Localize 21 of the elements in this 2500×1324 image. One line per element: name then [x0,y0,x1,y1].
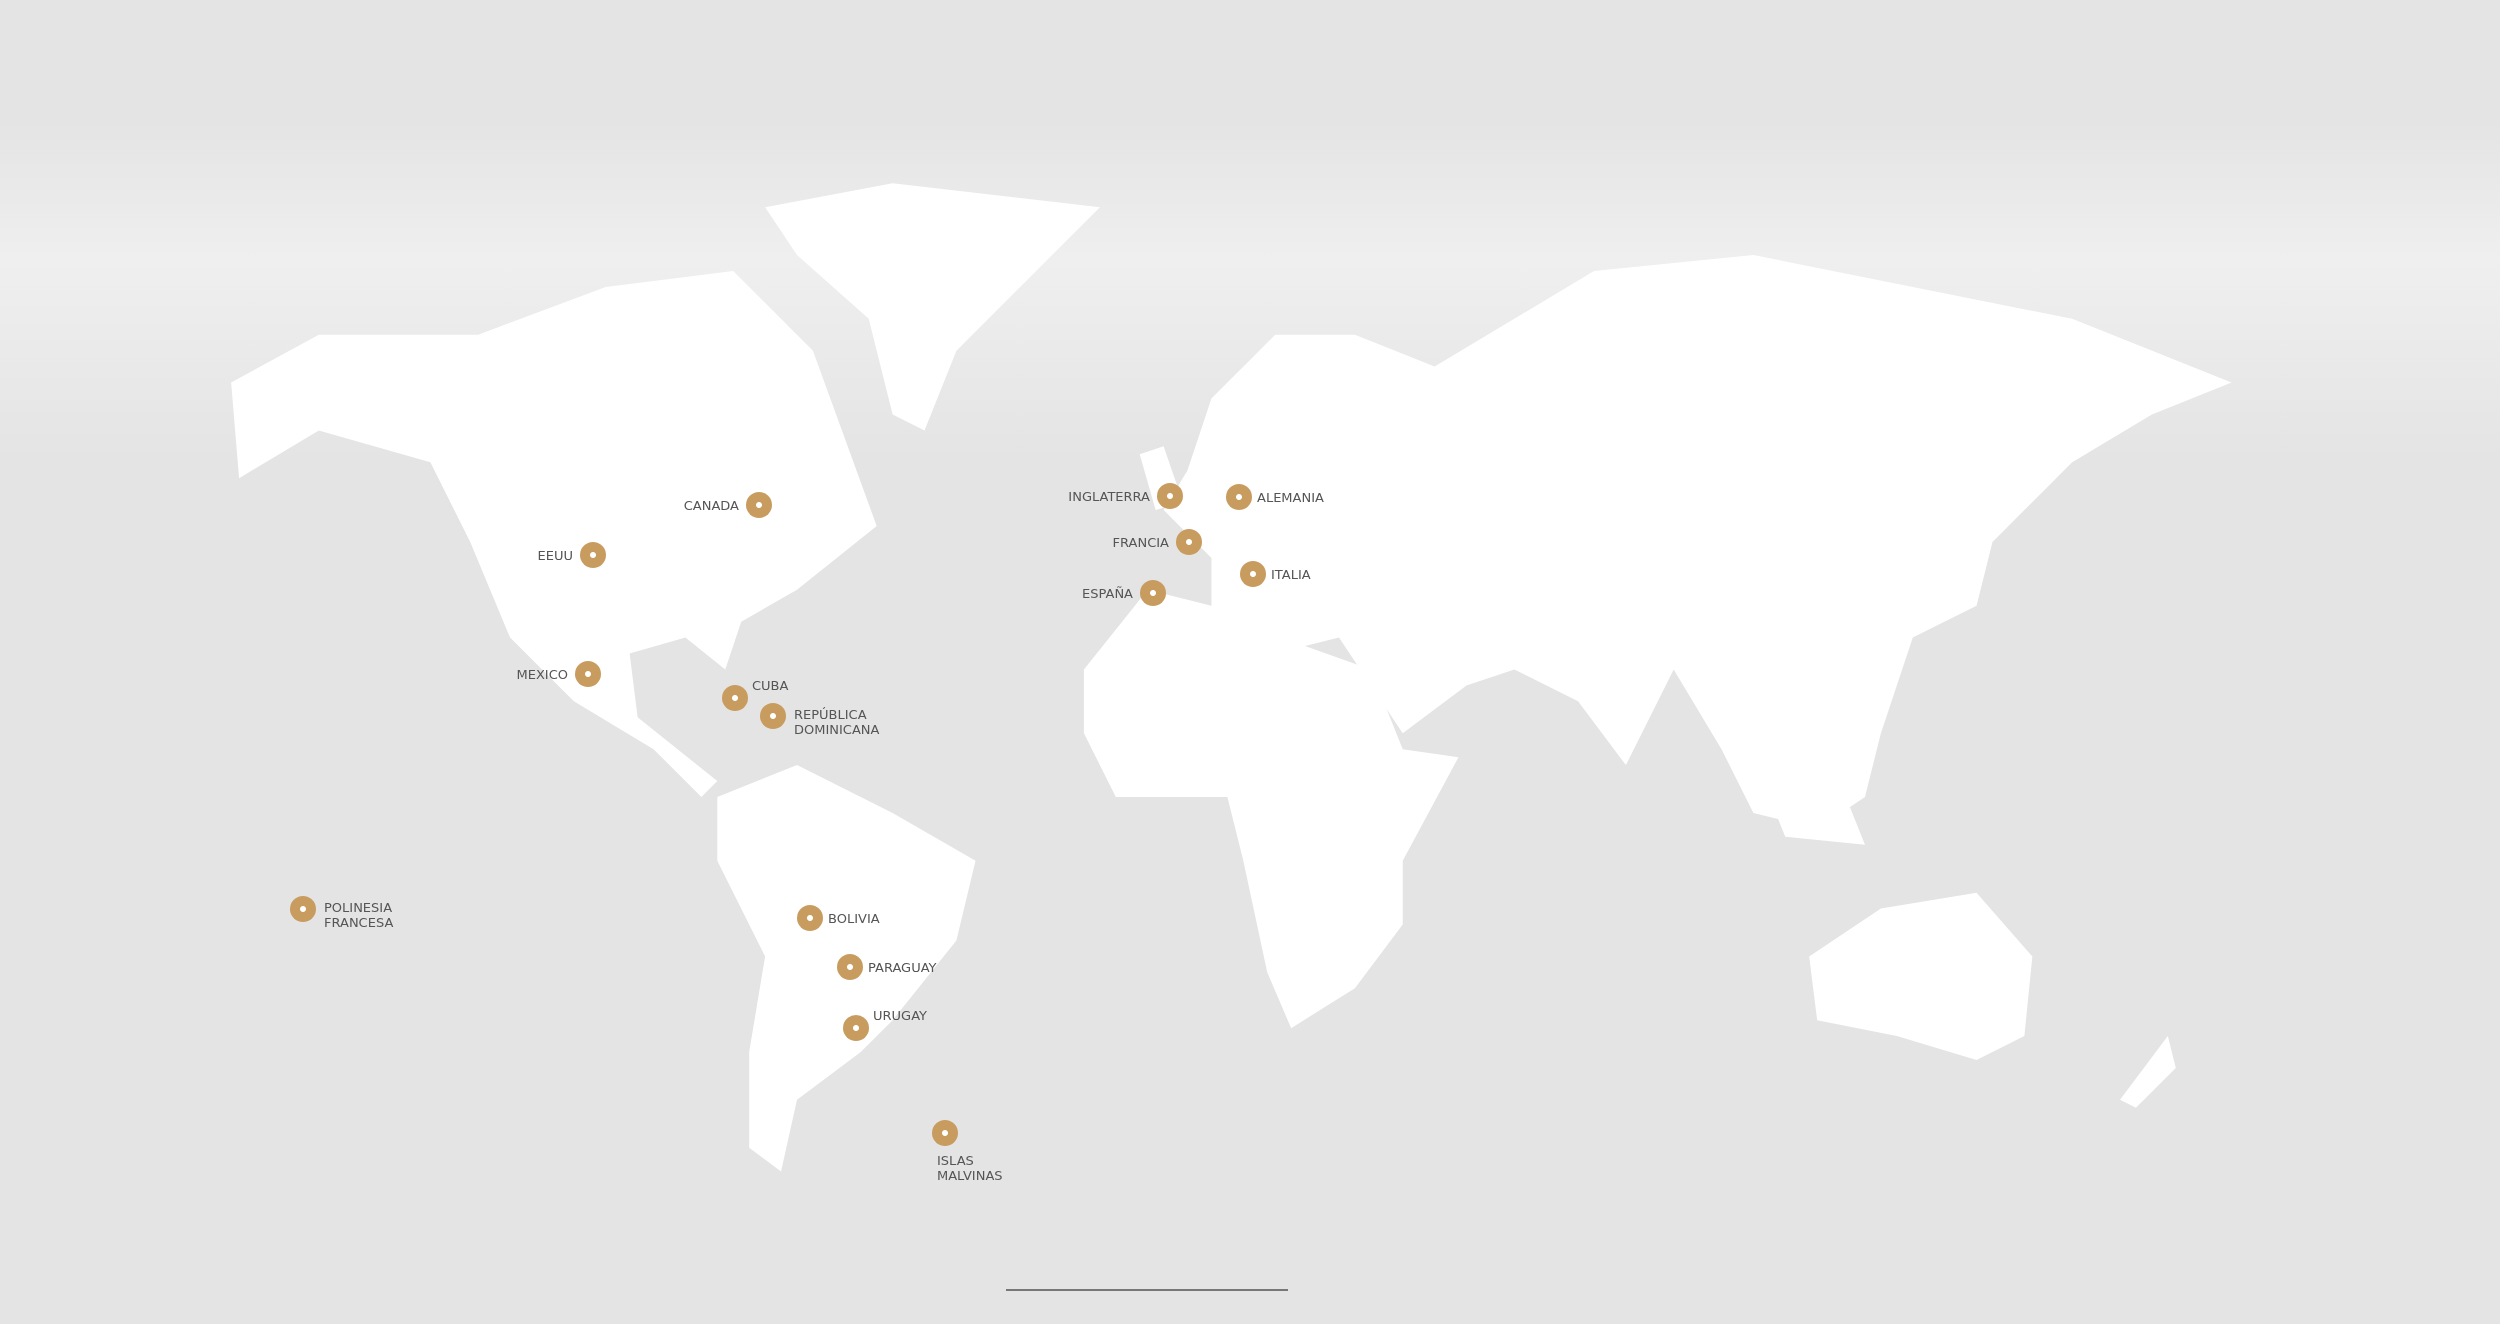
country-label: ISLAS MALVINAS [937,1153,1003,1183]
map-pin-icon [290,896,316,922]
country-label: CUBA [752,678,789,693]
country-label: CANADA [683,497,739,513]
country-label: PARAGUAY [868,959,937,975]
map-pin-icon [932,1120,958,1146]
country-label: URUGAY [873,1008,927,1023]
country-label: BOLIVIA [828,910,880,926]
country-label: ALEMANIA [1257,489,1324,505]
country-label: POLINESIA FRANCESA [324,900,394,930]
map-pin-icon [1140,580,1166,606]
map-pin-icon [760,703,786,729]
map-pin-icon [722,685,748,711]
country-label: INGLATERRA [1068,488,1150,504]
country-label: ESPAÑA [1082,585,1133,601]
country-label: REPÚBLICA DOMINICANA [794,707,880,737]
country-label: FRANCIA [1112,534,1169,550]
country-label: MEXICO [516,666,568,682]
country-label: ITALIA [1271,566,1311,582]
country-label: EEUU [537,547,573,563]
map-pin-icon [1176,529,1202,555]
